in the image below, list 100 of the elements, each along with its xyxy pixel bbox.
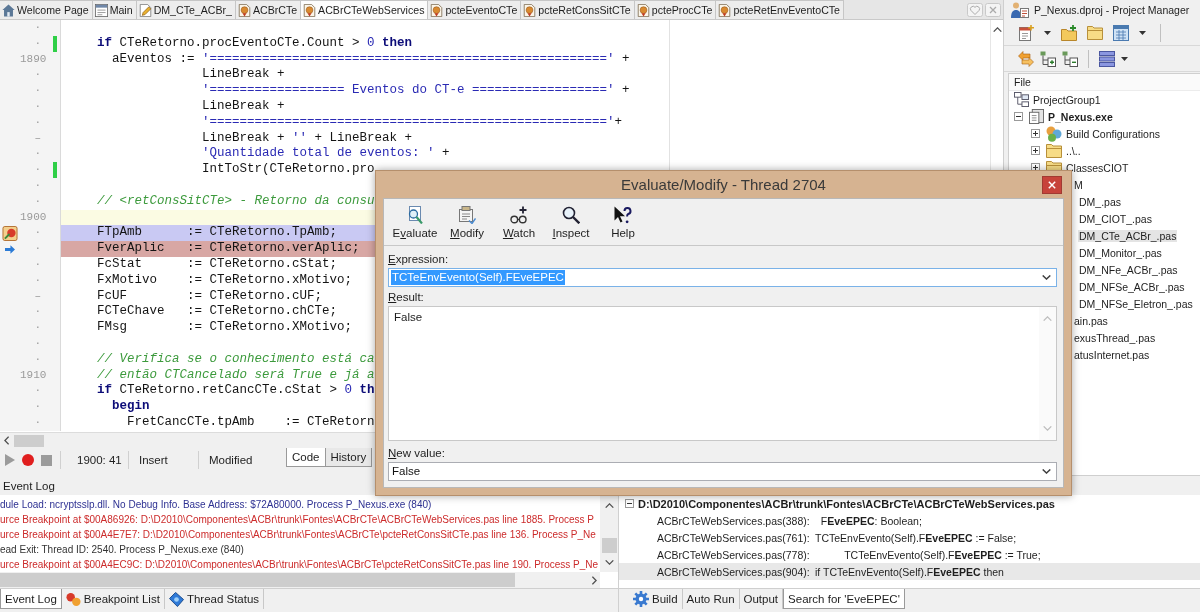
tree-item[interactable]: DM_CTe_ACBr_.pas xyxy=(1078,229,1178,242)
tree-item[interactable]: ProjectGroup1 xyxy=(1032,93,1102,106)
magnifier-document-icon xyxy=(406,205,424,224)
tree-add-icon[interactable] xyxy=(1040,50,1056,67)
editor-tab[interactable]: Main xyxy=(92,0,137,19)
chevron-down-icon[interactable] xyxy=(1042,275,1051,280)
expand-icon[interactable] xyxy=(1031,129,1040,138)
toolbar-button[interactable]: Evaluate xyxy=(390,205,440,239)
scroll-down-icon[interactable] xyxy=(604,560,614,565)
tree-item[interactable]: atusInternet.pas xyxy=(1073,348,1151,361)
panel-tab[interactable]: Search for 'EveEPEC' xyxy=(783,589,905,609)
new-document-icon[interactable] xyxy=(1018,24,1034,41)
caret-icon[interactable] xyxy=(1121,56,1128,61)
list-icon[interactable] xyxy=(1099,50,1115,67)
panel-tab[interactable]: Thread Status xyxy=(164,589,265,609)
folder-add-icon[interactable] xyxy=(1061,24,1077,41)
tree-item[interactable]: ain.pas xyxy=(1073,314,1109,327)
code-line: begin xyxy=(112,399,150,415)
scrollbar-thumb[interactable] xyxy=(14,434,44,447)
code-line: // Verifica se o conhecimento está ca xyxy=(97,351,375,368)
result-location: ACBrCTeWebServices.pas(778): xyxy=(657,548,810,561)
log-entry: dule Load: ncryptsslp.dll. No Debug Info. Base Address: $72A80000. Process P_Nexus.exe (840) xyxy=(0,498,432,512)
scrollbar-thumb[interactable] xyxy=(601,538,617,553)
search-result[interactable]: ACBrCTeWebServices.pas(388): FEveEPEC: Boolean; xyxy=(619,512,1200,529)
editor-tab[interactable]: pcteRetConsSitCTe xyxy=(521,0,635,19)
person-document-icon xyxy=(1011,2,1029,18)
editor-tab[interactable]: pcteProcCTe xyxy=(634,0,717,19)
tree-item[interactable]: DM_.pas xyxy=(1078,195,1122,208)
scroll-up-icon[interactable] xyxy=(992,27,1002,32)
search-result[interactable]: ACBrCTeWebServices.pas(761): TCTeEnvEvento(Self).FEveEPEC := False; xyxy=(619,529,1200,546)
view-tab[interactable]: History xyxy=(325,448,373,467)
result-code: if TCTeEnvEvento(Self).FEveEPEC then xyxy=(815,565,1004,578)
tree-item[interactable]: ..\.. xyxy=(1065,144,1082,157)
glasses-plus-icon xyxy=(510,205,528,224)
tree-item[interactable]: M xyxy=(1073,178,1084,191)
tree-remove-icon[interactable] xyxy=(1062,50,1078,67)
field-label: Result: xyxy=(388,290,424,304)
diamond-icon xyxy=(168,591,184,607)
panel-tab[interactable]: Auto Run xyxy=(682,589,740,609)
result-code: TCTeEnvEvento(Self).FEveEPEC := False; xyxy=(815,531,1017,544)
spheres-icon xyxy=(1046,125,1062,142)
line-number: 1900 xyxy=(20,209,46,225)
search-result[interactable]: ACBrCTeWebServices.pas(904): if TCTeEnvEvento(Self).FEveEPEC then xyxy=(619,563,1200,580)
tree-item[interactable]: DM_CIOT_.pas xyxy=(1078,212,1153,225)
circles-icon xyxy=(65,591,81,607)
editor-tab[interactable]: ACBrCTe xyxy=(235,0,302,19)
tree-item[interactable]: Build Configurations xyxy=(1065,127,1161,140)
scrollbar-thumb[interactable] xyxy=(0,573,515,587)
toolbar-button[interactable]: Modify xyxy=(442,205,492,239)
close-button[interactable] xyxy=(1042,175,1062,194)
search-result[interactable]: ACBrCTeWebServices.pas(778): TCTeEnvEvento(Self).FEveEPEC := True; xyxy=(619,546,1200,563)
caret-icon[interactable] xyxy=(1139,30,1146,35)
new-value-field[interactable]: False xyxy=(388,462,1057,481)
scroll-up-icon[interactable] xyxy=(604,503,614,508)
toolbar-button[interactable]: Inspect xyxy=(546,205,596,239)
view-tab[interactable]: Code xyxy=(286,448,326,467)
house-icon xyxy=(2,3,15,17)
code-line: FMsg := CTeRetorno.XMotivo; xyxy=(97,320,353,336)
editor-tab[interactable]: Welcome Page xyxy=(0,0,93,19)
result-location: ACBrCTeWebServices.pas(388): xyxy=(657,514,810,527)
chevron-down-icon[interactable] xyxy=(1042,469,1051,474)
collapse-icon[interactable] xyxy=(1014,112,1023,121)
tree-item[interactable]: DM_NFSe_Eletron_.pas xyxy=(1078,297,1194,310)
toolbar-button[interactable]: Help xyxy=(598,205,648,239)
tree-item[interactable]: DM_NFe_ACBr_.pas xyxy=(1078,263,1179,276)
record-icon[interactable] xyxy=(22,454,34,466)
gear-icon xyxy=(633,591,649,607)
panel-title: P_Nexus.dproj - Project Manager xyxy=(1034,4,1190,16)
folder-icon[interactable] xyxy=(1087,25,1103,40)
gutter-tick: · xyxy=(33,399,42,415)
editor-tab[interactable]: DM_CTe_ACBr_ xyxy=(136,0,236,19)
code-line: FcUF := CTeRetorno.cUF; xyxy=(97,288,323,305)
collapse-icon[interactable] xyxy=(625,499,634,508)
panel-tab[interactable]: Build xyxy=(629,589,683,609)
toolbar-button[interactable]: Watch xyxy=(494,205,544,239)
gutter-tick: · xyxy=(33,256,42,272)
gutter-tick: · xyxy=(33,83,42,99)
tree-item[interactable]: DM_Monitor_.pas xyxy=(1078,246,1163,259)
gutter-tick: – xyxy=(33,130,42,146)
folder-icon xyxy=(1046,143,1062,158)
scroll-right-icon[interactable] xyxy=(592,575,597,585)
tree-item[interactable]: exusThread_.pas xyxy=(1073,331,1157,344)
scroll-left-icon[interactable] xyxy=(4,436,9,445)
tree-item[interactable]: DM_NFSe_ACBr_.pas xyxy=(1078,280,1186,293)
editor-tab[interactable]: ACBrCTeWebServices xyxy=(301,0,429,19)
document-seal-icon xyxy=(718,3,732,17)
panel-tab[interactable]: Event Log xyxy=(0,589,62,609)
expand-icon[interactable] xyxy=(1031,146,1040,155)
caret-icon[interactable] xyxy=(1044,30,1051,35)
editor-tab[interactable]: pcteEventoCTe xyxy=(428,0,522,19)
tree-item[interactable]: P_Nexus.exe xyxy=(1047,110,1114,123)
editor-tab[interactable]: pcteRetEnvEventoCTe xyxy=(716,0,844,19)
file-path: D:\D2010\Componentes\ACBr\trunk\Fontes\ACBrCTe\ACBrCTeWebServices.pas xyxy=(638,497,1055,510)
result-code: TCTeEnvEvento(Self).FEveEPEC := True; xyxy=(844,548,1041,561)
column-header[interactable]: File xyxy=(1014,76,1031,88)
project-file-icon xyxy=(1029,109,1044,124)
tree-item[interactable]: ClassesCIOT xyxy=(1065,161,1130,174)
result-code: FEveEPEC: Boolean; xyxy=(820,514,922,527)
panel-tab[interactable]: Breakpoint List xyxy=(61,589,165,609)
grid-window-icon[interactable] xyxy=(1113,24,1129,41)
